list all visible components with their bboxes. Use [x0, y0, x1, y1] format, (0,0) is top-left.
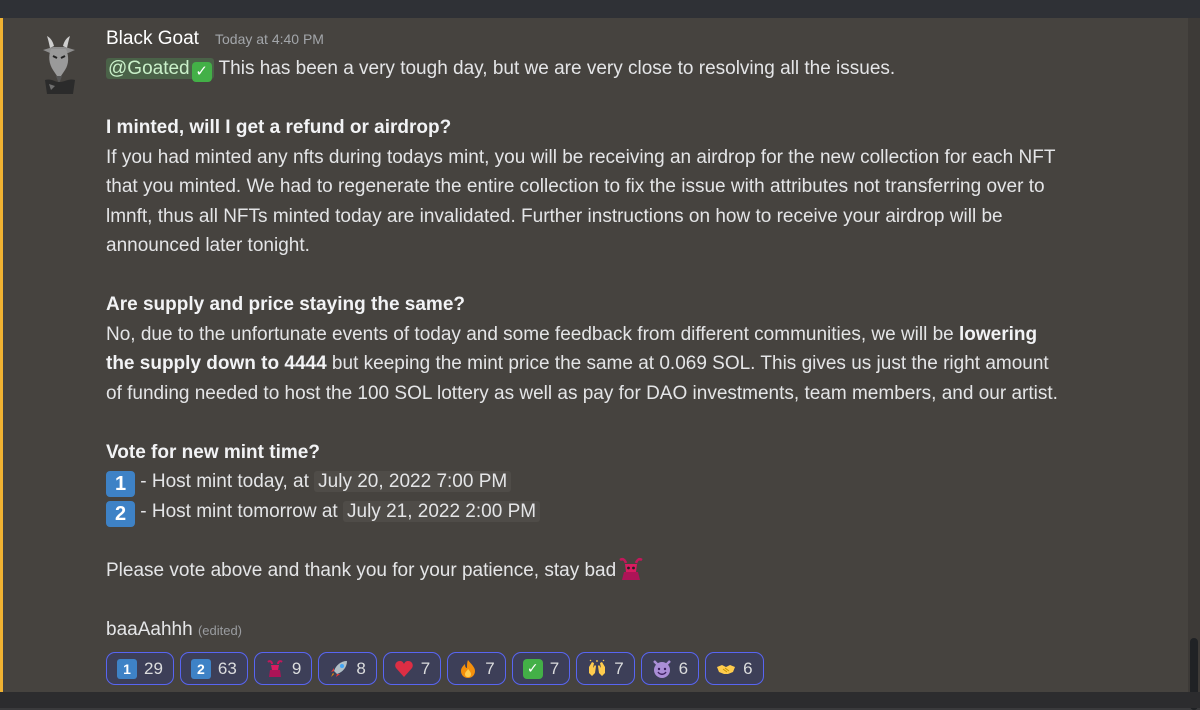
section3-heading: Vote for new mint time?: [106, 438, 1156, 468]
reaction-count: 7: [421, 659, 430, 679]
author-name[interactable]: Black Goat: [106, 28, 199, 50]
goat-icon: [265, 659, 285, 679]
closing-line: Please vote above and thank you for your…: [106, 556, 1156, 586]
keycap-2-icon: 2: [106, 501, 135, 527]
message-content: @Goated✓ This has been a very tough day,…: [106, 54, 1156, 644]
section1-line: announced later tonight.: [106, 231, 1156, 261]
reaction-count: 29: [144, 659, 163, 679]
verified-check-icon: ✓: [192, 62, 212, 82]
timestamp-chip[interactable]: July 21, 2022 2:00 PM: [343, 501, 540, 522]
reaction-rocket[interactable]: 8: [318, 652, 376, 685]
reaction-smiling-imp[interactable]: 6: [641, 652, 699, 685]
timestamp-chip[interactable]: July 20, 2022 7:00 PM: [314, 471, 511, 492]
reaction-check[interactable]: ✓ 7: [512, 652, 570, 685]
reaction-fire[interactable]: 7: [447, 652, 505, 685]
keycap-2-icon: 2: [191, 659, 211, 679]
reaction-count: 8: [356, 659, 365, 679]
reaction-heart[interactable]: 7: [383, 652, 441, 685]
reaction-keycap-1[interactable]: 1 29: [106, 652, 174, 685]
raised-hands-icon: [587, 659, 607, 679]
section2-line: No, due to the unfortunate events of tod…: [106, 320, 1156, 350]
reaction-count: 63: [218, 659, 237, 679]
signoff-line: baaAahhh (edited): [106, 615, 1156, 645]
reaction-count: 9: [292, 659, 301, 679]
message: Black Goat Today at 4:40 PM @Goated✓ Thi…: [0, 18, 1188, 692]
user-mention[interactable]: @Goated✓: [106, 58, 214, 79]
reaction-count: 6: [743, 659, 752, 679]
reaction-count: 7: [550, 659, 559, 679]
reaction-keycap-2[interactable]: 2 63: [180, 652, 248, 685]
intro-text: This has been a very tough day, but we a…: [214, 58, 896, 79]
avatar[interactable]: [37, 34, 81, 94]
section2-heading: Are supply and price staying the same?: [106, 290, 1156, 320]
section1-line: lmnft, thus all NFTs minted today are in…: [106, 202, 1156, 232]
top-bar: [0, 0, 1200, 18]
reaction-count: 7: [614, 659, 623, 679]
scrollbar-track[interactable]: [1188, 18, 1200, 692]
check-icon: ✓: [523, 659, 543, 679]
smiling-imp-icon: [652, 659, 672, 679]
edited-label: (edited): [198, 623, 242, 638]
reactions-bar: 1 29 2 63 9: [106, 652, 764, 686]
bottom-bar: [0, 692, 1200, 708]
reaction-goat[interactable]: 9: [254, 652, 312, 685]
handshake-icon: [716, 659, 736, 679]
section1-line: If you had minted any nfts during todays…: [106, 143, 1156, 173]
fire-icon: [458, 659, 478, 679]
reaction-count: 7: [485, 659, 494, 679]
vote-option-2: 2 - Host mint tomorrow at July 21, 2022 …: [106, 497, 1156, 527]
reaction-raised-hands[interactable]: 7: [576, 652, 634, 685]
vote-option-1: 1 - Host mint today, at July 20, 2022 7:…: [106, 467, 1156, 497]
intro-line: @Goated✓ This has been a very tough day,…: [106, 54, 1156, 84]
goat-icon: [616, 556, 646, 582]
keycap-1-icon: 1: [117, 659, 137, 679]
heart-icon: [394, 659, 414, 679]
section2-line: the supply down to 4444 but keeping the …: [106, 349, 1156, 379]
section1-heading: I minted, will I get a refund or airdrop…: [106, 113, 1156, 143]
section2-line: of funding needed to host the 100 SOL lo…: [106, 379, 1156, 409]
reaction-count: 6: [679, 659, 688, 679]
rocket-icon: [329, 659, 349, 679]
message-timestamp[interactable]: Today at 4:40 PM: [215, 31, 324, 47]
section1-line: that you minted. We had to regenerate th…: [106, 172, 1156, 202]
reaction-handshake[interactable]: 6: [705, 652, 763, 685]
keycap-1-icon: 1: [106, 471, 135, 497]
